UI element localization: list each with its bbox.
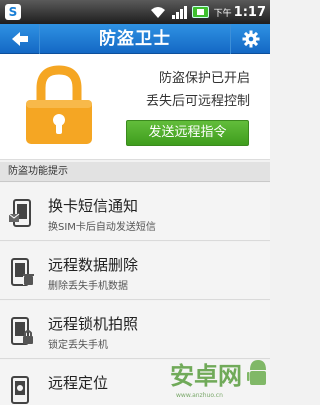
watermark-url: www.anzhuo.cn bbox=[176, 392, 223, 399]
phone-delete-icon bbox=[11, 258, 34, 286]
status-time: 1:17 bbox=[233, 4, 266, 20]
page-title: 防盗卫士 bbox=[99, 29, 171, 49]
status-am-pm: 下午 bbox=[213, 8, 232, 19]
phone-lock-icon bbox=[11, 317, 33, 345]
feature-item-remote-delete[interactable]: 远程数据删除 删除丢失手机数据 bbox=[0, 242, 270, 300]
feature-title: 远程锁机拍照 bbox=[48, 315, 139, 333]
status-icons: 下午 1:17 bbox=[150, 0, 266, 24]
settings-button[interactable] bbox=[230, 24, 270, 54]
arrow-left-icon bbox=[11, 32, 28, 46]
feature-item-sim-notify[interactable]: 换卡短信通知 换SIM卡后自动发送短信 bbox=[0, 183, 270, 241]
title-bar: 防盗卫士 bbox=[0, 24, 270, 54]
phone-locate-icon bbox=[11, 376, 29, 404]
watermark-text: 安卓网 bbox=[170, 362, 242, 390]
gear-icon bbox=[242, 30, 259, 48]
section-header: 防盗功能提示 bbox=[0, 162, 270, 182]
feature-title: 远程数据删除 bbox=[48, 256, 139, 274]
padlock-icon bbox=[26, 65, 92, 144]
watermark-logo: 安卓网 bbox=[170, 360, 266, 390]
back-button[interactable] bbox=[0, 24, 40, 54]
app-notification-icon: S bbox=[5, 4, 21, 20]
sim-phone-icon bbox=[8, 199, 31, 227]
feature-desc: 删除丢失手机数据 bbox=[48, 281, 128, 292]
feature-title: 远程定位 bbox=[48, 374, 109, 392]
protection-panel: 防盗保护已开启 丢失后可远程控制 发送远程指令 bbox=[0, 54, 270, 160]
signal-icon bbox=[171, 6, 187, 19]
feature-title: 换卡短信通知 bbox=[48, 197, 139, 215]
feature-desc: 锁定丢失手机 bbox=[48, 340, 108, 351]
feature-item-remote-lock[interactable]: 远程锁机拍照 锁定丢失手机 bbox=[0, 301, 270, 359]
remote-control-hint: 丢失后可远程控制 bbox=[145, 94, 250, 109]
battery-icon bbox=[191, 6, 209, 18]
wifi-icon bbox=[150, 7, 165, 18]
status-bar: S 下午 1:17 bbox=[0, 0, 270, 24]
feature-desc: 换SIM卡后自动发送短信 bbox=[48, 222, 156, 233]
send-remote-command-button[interactable]: 发送远程指令 bbox=[126, 120, 249, 146]
protection-status-text: 防盗保护已开启 bbox=[158, 71, 250, 86]
